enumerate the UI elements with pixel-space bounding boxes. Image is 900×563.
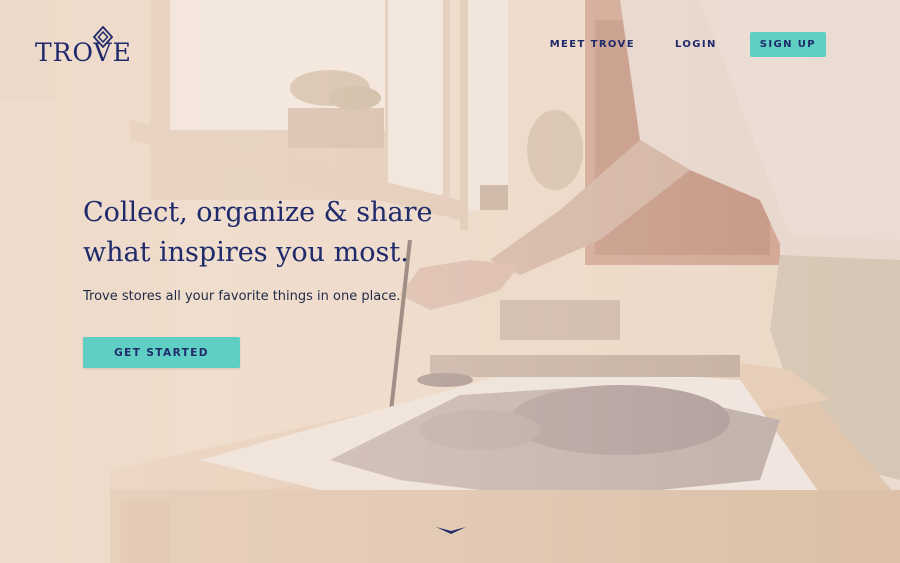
brand-logo[interactable]: TROVE	[35, 26, 135, 68]
nav-meet-trove[interactable]: MEET TROVE	[550, 39, 635, 50]
top-nav: MEET TROVE LOGIN SIGN UP	[550, 32, 826, 57]
sign-up-button[interactable]: SIGN UP	[749, 32, 826, 57]
nav-login[interactable]: LOGIN	[675, 39, 717, 50]
hero-subtitle: Trove stores all your favorite things in…	[83, 289, 401, 304]
brand-name: TROVE	[35, 38, 132, 67]
hero-title: Collect, organize & share what inspires …	[83, 197, 433, 268]
chevron-down-icon[interactable]	[435, 526, 467, 536]
hero-background-image	[0, 0, 900, 563]
get-started-button[interactable]: GET STARTED	[83, 337, 240, 368]
landing-page: TROVE MEET TROVE LOGIN SIGN UP Collect, …	[0, 0, 900, 563]
